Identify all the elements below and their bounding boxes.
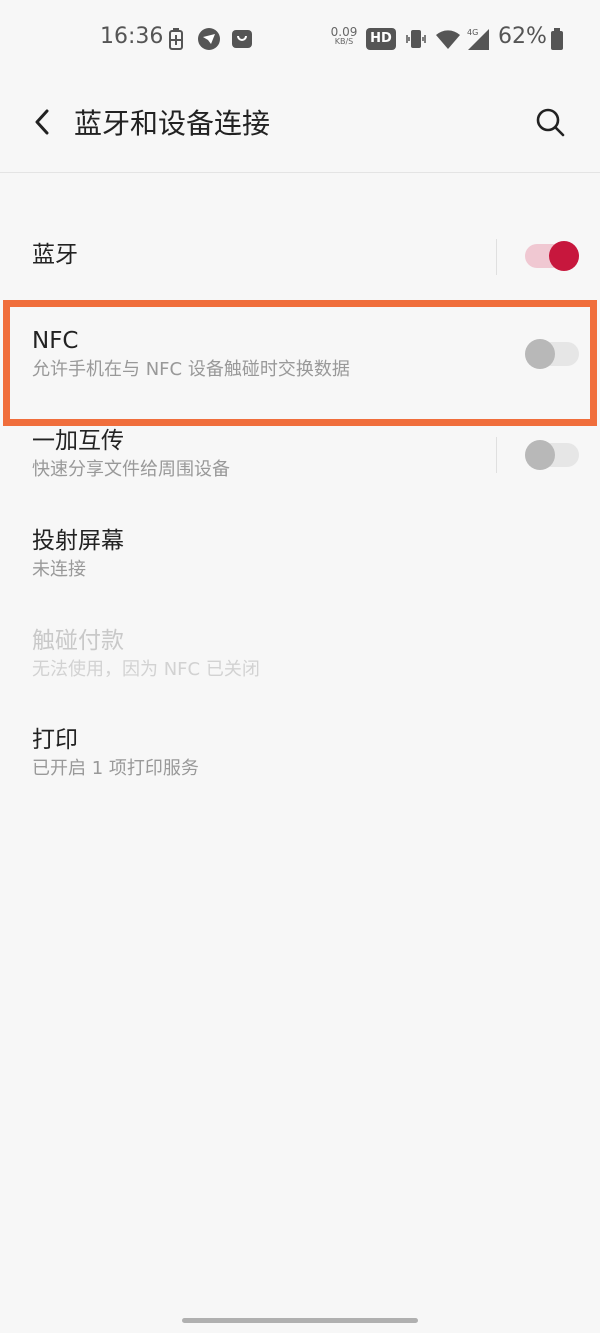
setting-screen-cast[interactable]: 投射屏幕 未连接 (0, 520, 600, 600)
oneplus-share-toggle[interactable] (525, 440, 579, 470)
battery-percent: 62% (498, 24, 547, 49)
setting-tap-pay: 触碰付款 无法使用，因为 NFC 已关闭 (0, 620, 600, 700)
highlight-frame (3, 300, 597, 426)
toggle-knob (549, 241, 579, 271)
status-time: 16:36 (100, 24, 164, 49)
network-speed-unit: KB/S (334, 37, 354, 46)
cellular-signal-icon: 4G (464, 26, 492, 52)
setting-oneplus-share[interactable]: 一加互传 快速分享文件给周围设备 (0, 420, 600, 500)
chevron-left-icon (33, 108, 51, 140)
search-icon (534, 106, 566, 142)
setting-title: 一加互传 (32, 428, 124, 454)
app-bird-icon (196, 26, 222, 52)
setting-title: 蓝牙 (32, 242, 78, 268)
bluetooth-toggle[interactable] (525, 241, 579, 271)
toggle-knob (525, 440, 555, 470)
page-title: 蓝牙和设备连接 (74, 107, 271, 140)
setting-subtitle: 已开启 1 项打印服务 (32, 758, 199, 779)
battery-charging-icon (166, 26, 186, 52)
shopping-bag-icon (230, 26, 254, 52)
setting-subtitle: 无法使用，因为 NFC 已关闭 (32, 659, 260, 680)
setting-title: 触碰付款 (32, 628, 124, 654)
back-button[interactable] (24, 104, 60, 144)
wifi-icon (434, 26, 462, 52)
setting-title: 投射屏幕 (32, 528, 124, 554)
setting-print[interactable]: 打印 已开启 1 项打印服务 (0, 720, 600, 800)
status-bar: 16:36 0.09 KB/S HD 4G 62% (0, 0, 600, 78)
vibrate-icon (404, 26, 428, 52)
network-speed: 0.09 KB/S (330, 26, 358, 46)
search-button[interactable] (528, 102, 572, 146)
setting-subtitle: 未连接 (32, 559, 86, 580)
network-type-label: 4G (467, 28, 478, 37)
setting-bluetooth[interactable]: 蓝牙 (0, 222, 600, 292)
setting-subtitle: 快速分享文件给周围设备 (32, 459, 230, 480)
setting-title: 打印 (32, 727, 78, 753)
hd-badge: HD (366, 28, 396, 50)
row-divider (496, 239, 497, 275)
home-indicator[interactable] (182, 1318, 418, 1323)
battery-icon (548, 26, 566, 52)
row-divider (496, 437, 497, 473)
app-header: 蓝牙和设备连接 (0, 78, 600, 173)
